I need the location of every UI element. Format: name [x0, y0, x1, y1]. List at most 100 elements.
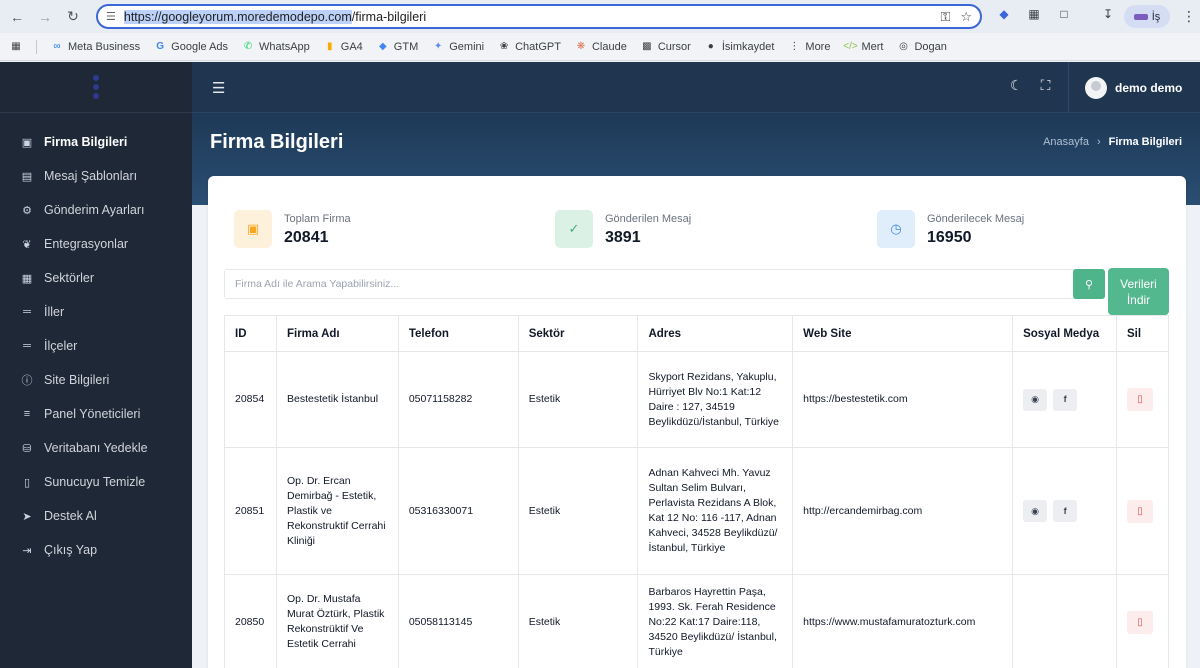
fullscreen-icon[interactable]: ⛶	[1041, 77, 1051, 94]
search-box: ⚲	[224, 269, 1105, 299]
code-icon: </>	[843, 41, 858, 52]
sidebar-item-gonderim-ayarlari[interactable]: ⚙ Gönderim Ayarları	[0, 193, 192, 227]
stat-total-firma: ▣ Toplam Firma 20841	[234, 210, 351, 248]
sidebar-item-sektorler[interactable]: ▦ Sektörler	[0, 261, 192, 295]
stat-gonderilecek-mesaj: ◷ Gönderilecek Mesaj 16950	[877, 210, 1024, 248]
briefcase-icon: ▣	[234, 210, 272, 248]
bookmark-claude[interactable]: ❋ Claude	[575, 41, 627, 53]
instagram-icon[interactable]: ◉	[1023, 388, 1048, 411]
forward-icon[interactable]: →	[34, 6, 56, 28]
bookmark-meta-business[interactable]: ∞ Meta Business	[51, 41, 140, 53]
download-data-button[interactable]: Verileri İndir	[1108, 268, 1169, 315]
browser-toolbar: ← → ↻ ☰ https://googleyorum.moredemodepo…	[0, 0, 1200, 33]
delete-button[interactable]: ▯	[1126, 499, 1153, 523]
brand-logo[interactable]	[0, 62, 192, 113]
instagram-icon[interactable]: ◉	[1023, 500, 1048, 522]
signpost-icon: ═	[23, 340, 31, 352]
breadcrumb: Anasayfa › Firma Bilgileri	[1043, 136, 1182, 148]
logout-icon: ⇥	[22, 544, 32, 557]
col-firma-adi: Firma Adı	[275, 315, 399, 352]
extension-shield-icon[interactable]: ◆	[996, 6, 1012, 22]
sidebar-item-panel-yoneticileri[interactable]: ≡ Panel Yöneticileri	[0, 397, 192, 431]
facebook-icon[interactable]: f	[1053, 500, 1078, 522]
page-title: Firma Bilgileri	[210, 131, 344, 153]
clock-icon: ◷	[877, 210, 915, 248]
site-settings-icon[interactable]: ☰	[106, 10, 116, 23]
bookmark-mert[interactable]: </> Mert	[843, 41, 883, 53]
table-row: 20850 Op. Dr. Mustafa Murat Öztürk, Plas…	[224, 574, 1170, 668]
sidebar-item-firma-bilgileri[interactable]: ▣ Firma Bilgileri	[0, 125, 192, 159]
search-input[interactable]	[225, 270, 1055, 298]
star-icon[interactable]: ☆	[960, 9, 972, 25]
bookmarks-bar: ▦ ∞ Meta Business G Google Ads ✆ WhatsApp ▮…	[0, 33, 1200, 61]
back-icon[interactable]: ←	[6, 6, 28, 28]
bookmark-ga4[interactable]: ▮ GA4	[324, 41, 363, 53]
bookmark-gemini[interactable]: ✦ Gemini	[432, 41, 484, 53]
company-table: ID Firma Adı Telefon Sektör Adres Web Si…	[224, 315, 1170, 668]
browser-menu-icon[interactable]: ⋮	[1182, 8, 1196, 25]
sidebar-item-entegrasyonlar[interactable]: ❦ Entegrasyonlar	[0, 227, 192, 261]
app-topbar: ☰ ☾ ⛶ demo demo	[192, 62, 1200, 113]
table-row: 20851 Op. Dr. Ercan Demirbağ - Estetik, …	[224, 447, 1170, 575]
download-icon[interactable]: ↧	[1100, 6, 1116, 22]
apps-icon[interactable]: ▦	[10, 41, 22, 53]
bookmark-gtm[interactable]: ◆ GTM	[377, 41, 418, 53]
meta-icon: ∞	[53, 41, 61, 52]
sidebar-item-ilceler[interactable]: ═ İlçeler	[0, 329, 192, 363]
breadcrumb-home[interactable]: Anasayfa	[1043, 136, 1089, 148]
store-icon: ▦	[21, 272, 33, 285]
content-card: ▣ Toplam Firma 20841 ✓ Gönderilen Mesaj …	[208, 176, 1186, 668]
more-icon: ⋮	[789, 41, 800, 52]
stat-gonderilen-mesaj: ✓ Gönderilen Mesaj 3891	[555, 210, 691, 248]
sidebar-item-iller[interactable]: ═ İller	[0, 295, 192, 329]
sidebar: ▣ Firma Bilgileri ▤ Mesaj Şablonları ⚙ Gönd…	[0, 62, 192, 668]
message-icon: ▤	[21, 170, 33, 183]
gtm-icon: ◆	[378, 41, 387, 52]
user-name: demo demo	[1115, 80, 1183, 95]
avatar	[1085, 76, 1107, 99]
table-row: 20854 Bestestetik İstanbul 05071158282 E…	[224, 351, 1170, 448]
extensions-puzzle-icon[interactable]: □	[1056, 6, 1072, 22]
bookmark-isimkaydet[interactable]: ● İsimkaydet	[705, 41, 775, 53]
settings-icon: ⚙	[22, 204, 32, 217]
menu-toggle-icon[interactable]: ☰	[212, 79, 225, 97]
sidebar-item-mesaj-sablonlari[interactable]: ▤ Mesaj Şablonları	[0, 159, 192, 193]
bookmark-dogan[interactable]: ◎ Dogan	[897, 41, 947, 53]
google-icon: G	[156, 41, 165, 52]
dark-mode-icon[interactable]: ☾	[1010, 77, 1023, 94]
delete-button[interactable]: ▯	[1126, 610, 1153, 634]
trash-icon: ▯	[1137, 505, 1143, 517]
whatsapp-icon: ✆	[243, 41, 253, 52]
sidebar-item-destek-al[interactable]: ➤ Destek Al	[0, 499, 192, 533]
extension-code-icon[interactable]: ▦	[1026, 6, 1042, 22]
facebook-icon[interactable]: f	[1053, 388, 1078, 411]
delete-button[interactable]: ▯	[1126, 388, 1153, 411]
claude-icon: ❋	[576, 41, 586, 52]
sidebar-item-site-bilgileri[interactable]: ⓘ Site Bilgileri	[0, 363, 192, 397]
bookmark-google-ads[interactable]: G Google Ads	[154, 41, 228, 53]
search-button[interactable]: ⚲	[1073, 269, 1105, 299]
breadcrumb-separator: ›	[1096, 136, 1101, 148]
col-sektor: Sektör	[517, 315, 639, 352]
profile-button[interactable]: İş	[1124, 5, 1170, 28]
sidebar-item-sunucuyu-temizle[interactable]: ▯ Sunucuyu Temizle	[0, 465, 192, 499]
sidebar-item-veritabani-yedekle[interactable]: ⛁ Veritabanı Yedekle	[0, 431, 192, 465]
address-bar[interactable]: ☰ https://googleyorum.moredemodepo.com/f…	[96, 4, 982, 29]
rocket-icon: ➤	[22, 510, 32, 523]
bookmark-chatgpt[interactable]: ❀ ChatGPT	[498, 41, 561, 53]
url-host: https://googleyorum.moredemodepo.com	[123, 9, 352, 24]
trash-icon: ▯	[23, 476, 31, 489]
signpost-icon: ═	[23, 306, 31, 318]
bookmark-whatsapp[interactable]: ✆ WhatsApp	[242, 41, 310, 53]
user-menu[interactable]: demo demo	[1068, 62, 1200, 113]
briefcase-icon: ▣	[21, 136, 33, 149]
user-list-icon: ≡	[23, 408, 31, 420]
key-icon[interactable]: ⚿	[940, 9, 950, 25]
reload-icon[interactable]: ↻	[62, 6, 84, 28]
trash-icon: ▯	[1137, 616, 1143, 628]
profile-avatar-icon	[1133, 13, 1148, 20]
isimkaydet-icon: ●	[707, 41, 714, 52]
bookmark-cursor[interactable]: ▩ Cursor	[641, 41, 691, 53]
sidebar-item-cikis-yap[interactable]: ⇥ Çıkış Yap	[0, 533, 192, 567]
bookmark-more[interactable]: ⋮ More	[788, 41, 830, 53]
